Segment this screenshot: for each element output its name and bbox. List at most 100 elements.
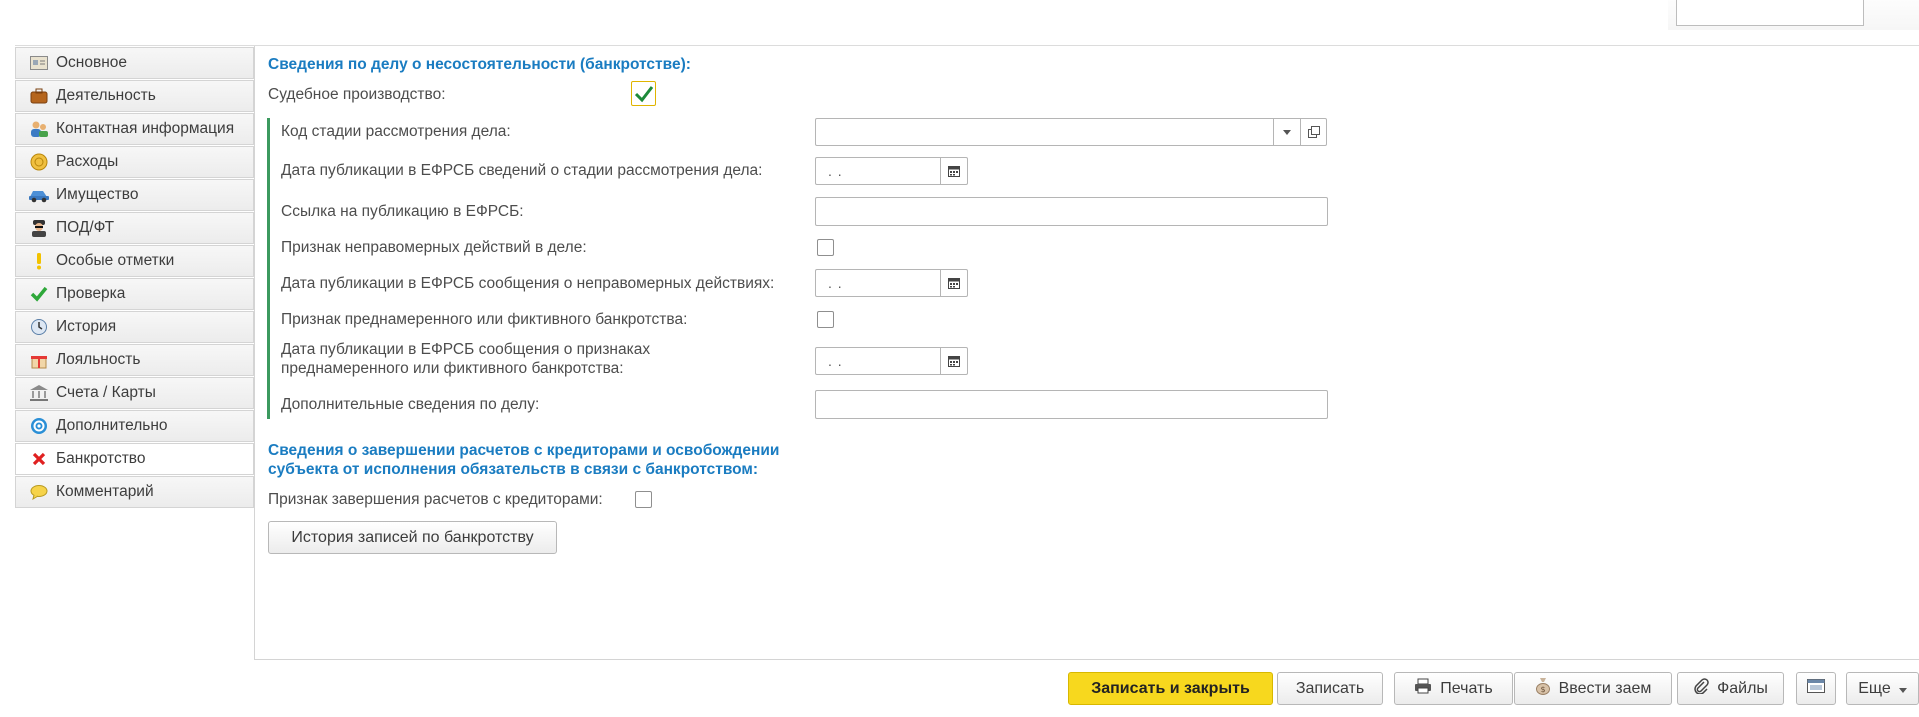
files-button[interactable]: Файлы xyxy=(1677,672,1784,705)
check-icon xyxy=(28,284,50,304)
form-settings-button[interactable] xyxy=(1796,672,1836,705)
bankruptcy-section-title: Сведения по делу о несостоятельности (ба… xyxy=(268,56,691,73)
sidebar-item-label: Банкротство xyxy=(56,450,146,467)
printer-icon xyxy=(1414,678,1432,699)
save-label: Записать xyxy=(1295,679,1365,697)
more-menu-button[interactable]: Еще xyxy=(1846,672,1919,705)
illegal-pub-date-input[interactable]: . . xyxy=(815,269,968,297)
publication-link-input[interactable] xyxy=(815,197,1328,226)
briefcase-icon xyxy=(28,86,50,106)
top-search-field[interactable] xyxy=(1676,0,1864,26)
stage-pub-date-input[interactable]: . . xyxy=(815,157,968,185)
additional-info-label: Дополнительные сведения по делу: xyxy=(281,396,540,413)
sidebar-item-label: Лояльность xyxy=(56,351,141,368)
sidebar-item-label: Имущество xyxy=(56,186,139,203)
additional-info-input[interactable] xyxy=(815,390,1328,419)
sidebar-item-contacts[interactable]: Контактная информация xyxy=(15,113,254,145)
court-proceedings-label: Судебное производство: xyxy=(268,86,446,103)
sidebar-item-label: Деятельность xyxy=(56,87,156,104)
save-button[interactable]: Записать xyxy=(1277,672,1383,705)
illegal-pub-date-value: . . xyxy=(828,275,843,291)
contacts-icon xyxy=(28,119,50,139)
agent-icon xyxy=(28,218,50,238)
stage-pub-date-label: Дата публикации в ЕФРСБ сведений о стади… xyxy=(281,162,763,179)
checkmark-icon xyxy=(634,85,653,102)
enter-loan-label: Ввести заем xyxy=(1558,679,1652,697)
cross-icon xyxy=(28,449,50,469)
illegal-actions-checkbox[interactable] xyxy=(817,239,834,256)
completion-section-title-line2: субъекта от исполнения обязательств в св… xyxy=(268,461,759,478)
stage-code-select[interactable] xyxy=(815,118,1327,146)
court-group-indicator xyxy=(267,118,270,419)
sidebar-item-label: Особые отметки xyxy=(56,252,175,269)
comment-icon xyxy=(28,482,50,502)
sidebar-item-check[interactable]: Проверка xyxy=(15,278,254,310)
sidebar-item-label: Расходы xyxy=(56,153,119,170)
sidebar-item-property[interactable]: Имущество xyxy=(15,179,254,211)
sidebar-item-label: Комментарий xyxy=(56,483,154,500)
sidebar-item-label: Проверка xyxy=(56,285,126,302)
calendar-icon[interactable] xyxy=(940,348,967,374)
illegal-actions-label: Признак неправомерных действий в деле: xyxy=(281,239,587,256)
clock-icon xyxy=(28,317,50,337)
sidebar-item-aml[interactable]: ПОД/ФТ xyxy=(15,212,254,244)
sidebar-item-label: Контактная информация xyxy=(56,120,235,137)
sidebar-item-comment[interactable]: Комментарий xyxy=(15,476,254,508)
fictitious-pub-date-label-line2: преднамеренного или фиктивного банкротст… xyxy=(281,360,624,377)
court-proceedings-checkbox[interactable] xyxy=(631,81,656,106)
paperclip-icon xyxy=(1693,678,1709,699)
stage-code-field[interactable] xyxy=(815,118,1274,146)
illegal-pub-date-label: Дата публикации в ЕФРСБ сообщения о непр… xyxy=(281,275,775,292)
fictitious-pub-date-label-line1: Дата публикации в ЕФРСБ сообщения о приз… xyxy=(281,341,651,358)
bankruptcy-history-button-label: История записей по банкротству xyxy=(291,528,534,546)
car-icon xyxy=(28,185,50,205)
publication-link-label: Ссылка на публикацию в ЕФРСБ: xyxy=(281,203,524,220)
sidebar-item-expenses[interactable]: Расходы xyxy=(15,146,254,178)
more-label: Еще xyxy=(1858,679,1891,697)
gear-icon xyxy=(28,416,50,436)
sidebar-item-label: ПОД/ФТ xyxy=(56,219,115,236)
gift-icon xyxy=(28,350,50,370)
print-button[interactable]: Печать xyxy=(1394,672,1513,705)
sidebar-item-label: Основное xyxy=(56,54,128,71)
sidebar-item-label: Дополнительно xyxy=(56,417,168,434)
sidebar: Основное Деятельность Контактная информа… xyxy=(15,47,254,509)
fictitious-pub-date-value: . . xyxy=(828,353,843,369)
bankruptcy-history-button[interactable]: История записей по банкротству xyxy=(268,521,557,554)
coins-icon xyxy=(28,152,50,172)
calendar-icon[interactable] xyxy=(940,158,967,184)
calendar-icon[interactable] xyxy=(940,270,967,296)
sidebar-item-bankruptcy[interactable]: Банкротство xyxy=(15,443,254,475)
fictitious-pub-date-input[interactable]: . . xyxy=(815,347,968,375)
save-and-close-button[interactable]: Записать и закрыть xyxy=(1068,672,1273,705)
settlement-complete-checkbox[interactable] xyxy=(635,491,652,508)
print-label: Печать xyxy=(1440,679,1493,697)
open-form-icon[interactable] xyxy=(1301,118,1327,146)
exclamation-icon xyxy=(28,251,50,271)
stage-code-label: Код стадии рассмотрения дела: xyxy=(281,123,511,140)
sidebar-item-loyalty[interactable]: Лояльность xyxy=(15,344,254,376)
bank-icon xyxy=(28,383,50,403)
sidebar-item-label: Счета / Карты xyxy=(56,384,156,401)
fictitious-bankruptcy-checkbox[interactable] xyxy=(817,311,834,328)
sidebar-item-accounts[interactable]: Счета / Карты xyxy=(15,377,254,409)
settlement-complete-label: Признак завершения расчетов с кредиторам… xyxy=(268,491,603,508)
sidebar-item-label: История xyxy=(56,318,117,335)
svg-text:$: $ xyxy=(1540,685,1545,694)
sidebar-item-activity[interactable]: Деятельность xyxy=(15,80,254,112)
stage-pub-date-value: . . xyxy=(828,163,843,179)
sidebar-item-basic[interactable]: Основное xyxy=(15,47,254,79)
sidebar-item-special-notes[interactable]: Особые отметки xyxy=(15,245,254,277)
money-bag-icon: $ xyxy=(1535,677,1551,700)
fictitious-bankruptcy-label: Признак преднамеренного или фиктивного б… xyxy=(281,311,688,328)
completion-section-title-line1: Сведения о завершении расчетов с кредито… xyxy=(268,442,780,459)
enter-loan-button[interactable]: $ Ввести заем xyxy=(1514,672,1672,705)
chevron-down-icon xyxy=(1898,680,1907,698)
files-label: Файлы xyxy=(1717,679,1768,697)
form-window-icon xyxy=(1807,679,1825,698)
basic-info-icon xyxy=(28,53,50,73)
sidebar-item-additional[interactable]: Дополнительно xyxy=(15,410,254,442)
chevron-down-icon[interactable] xyxy=(1274,118,1301,146)
sidebar-item-history[interactable]: История xyxy=(15,311,254,343)
save-and-close-label: Записать и закрыть xyxy=(1091,679,1250,697)
